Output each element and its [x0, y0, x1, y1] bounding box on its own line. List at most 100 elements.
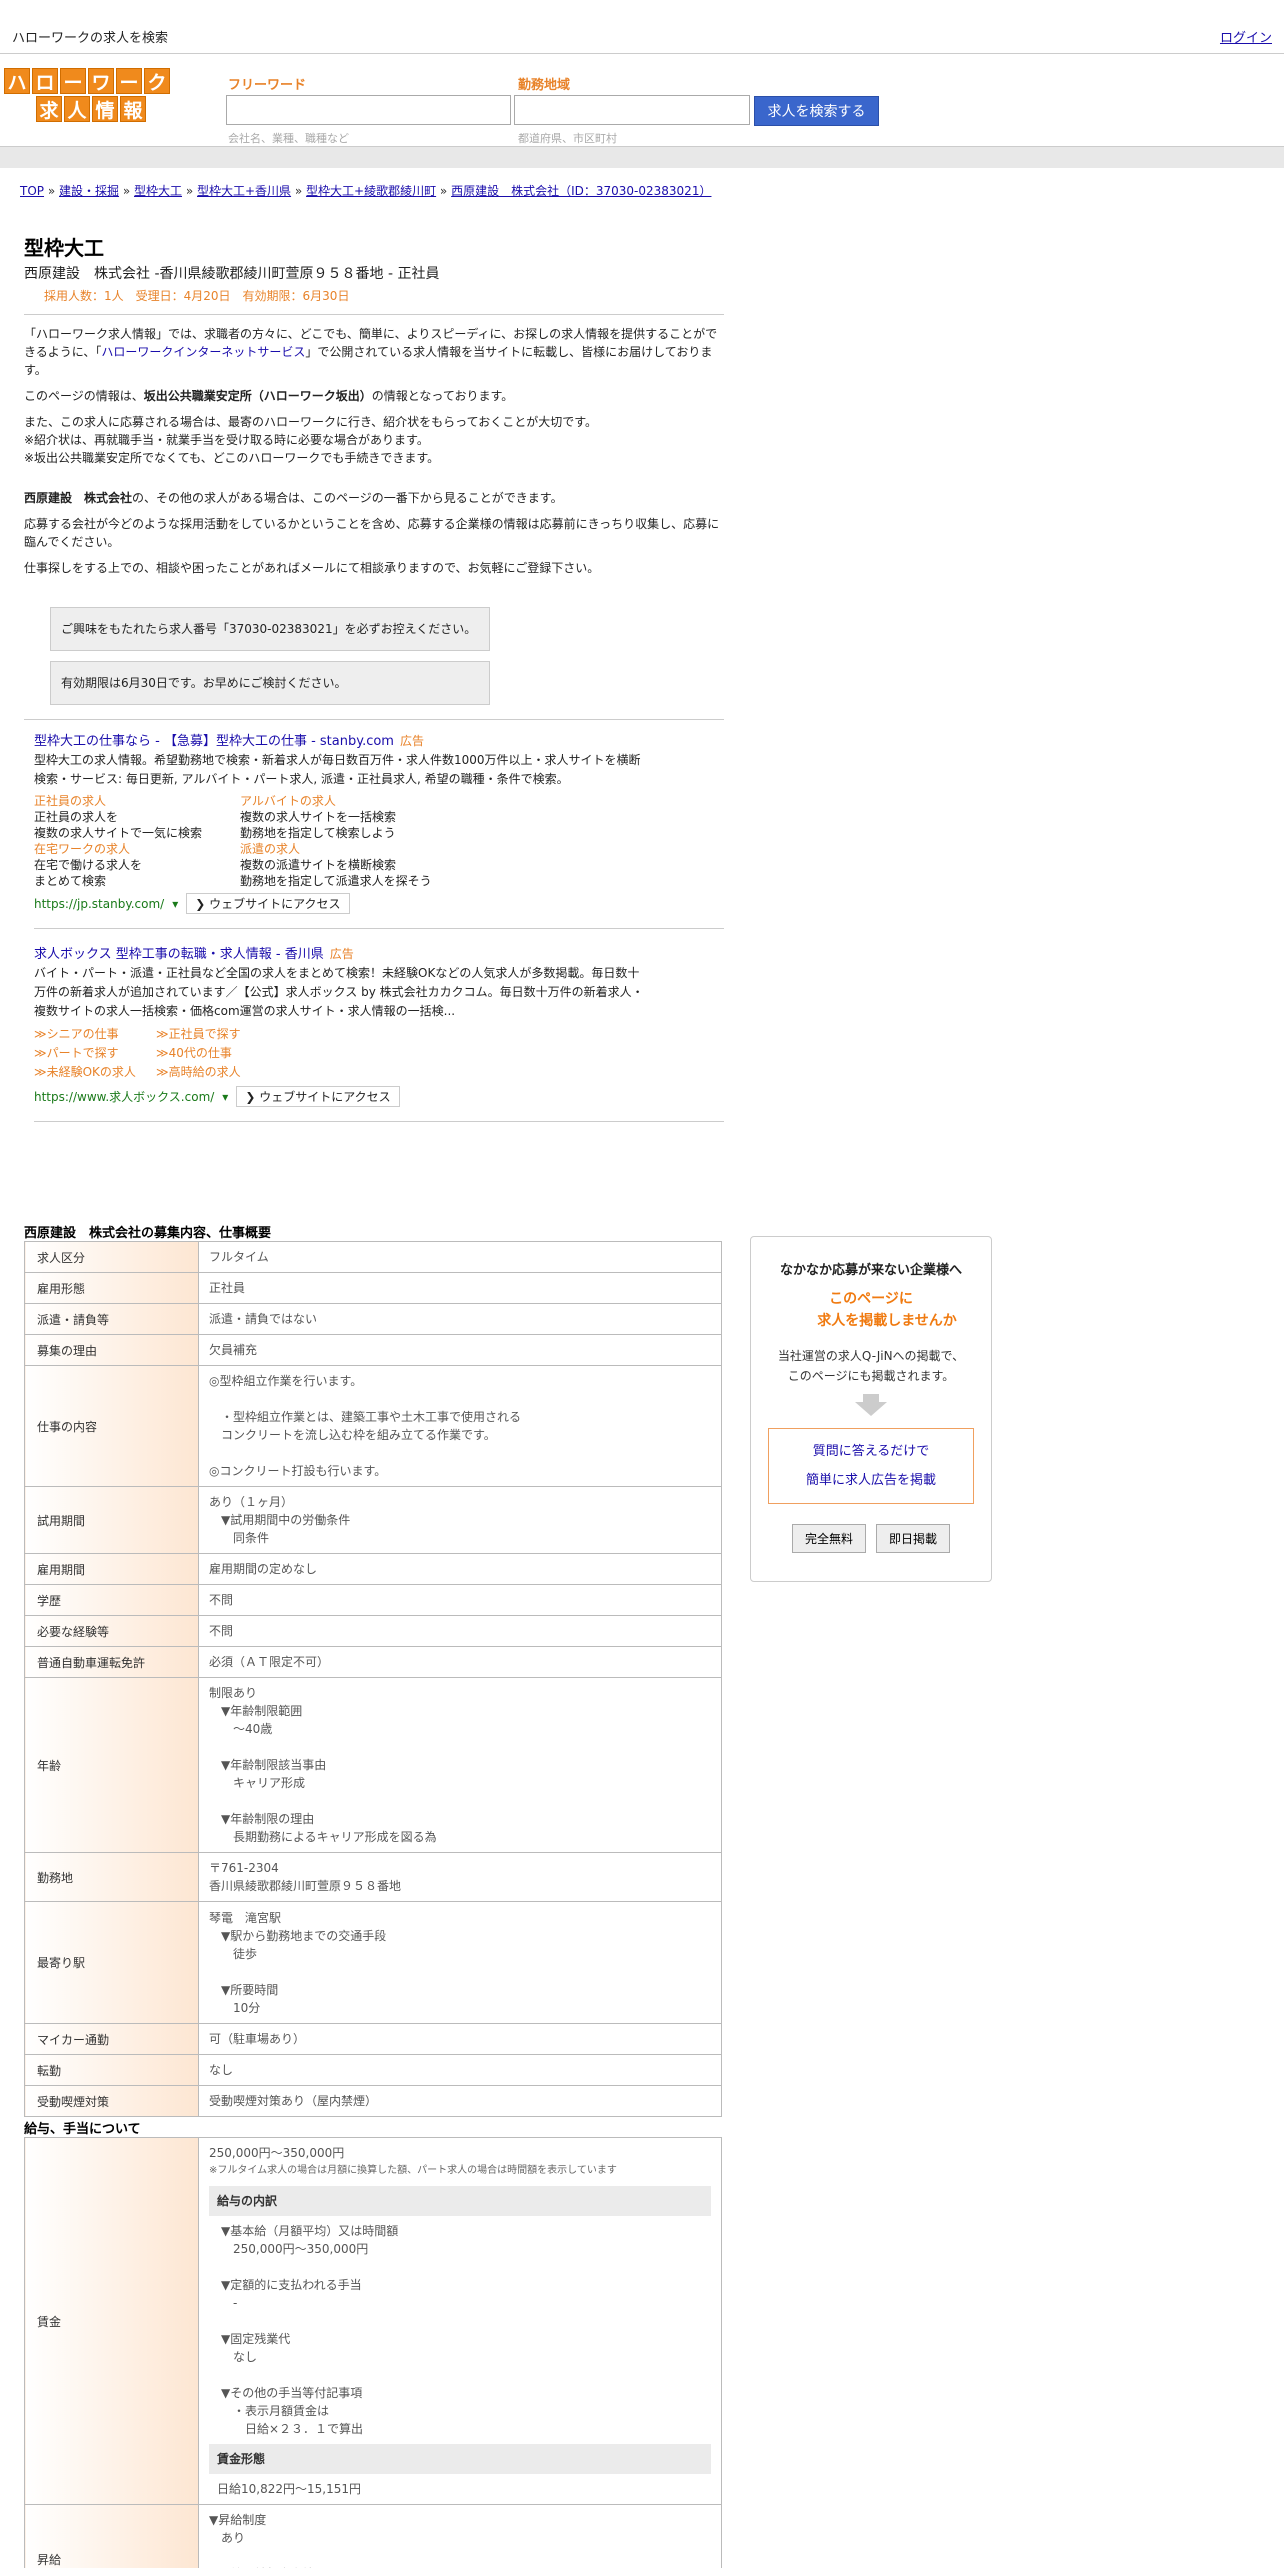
area-label: 勤務地域 [518, 78, 571, 93]
sitelink[interactable]: 派遣の求人 複数の派遣サイトを横断検索 勤務地を指定して派遣求人を探そう [240, 841, 490, 889]
intro-text-6: ※紹介状は、再就職手当・就業手当を受け取る時に必要な場合があります。 [24, 433, 429, 447]
table-value-line: - [221, 2296, 238, 2310]
ad-quick-links: ≫シニアの仕事 ≫正社員で探す ≫パートで探す ≫40代の仕事 ≫未経験OKの求人 ≫… [34, 1025, 724, 1082]
hellowork-internet-link[interactable]: ハローワークインターネットサービス [101, 345, 305, 359]
overview-title: 西原建設 株式会社の募集内容、仕事概要 [24, 1226, 272, 1241]
table-value-line [209, 1444, 711, 1462]
table-value: 雇用期間の定めなし [198, 1553, 722, 1585]
logo-char: 報 [120, 96, 146, 122]
table-value-line: 〒761-2304 [209, 1861, 279, 1875]
table-value: 〒761-2304 香川県綾歌郡綾川町萱原９５８番地 [198, 1852, 722, 1902]
ad-quick-link[interactable]: ≫未経験OKの求人 [34, 1063, 156, 1082]
search-button[interactable]: 求人を検索する [754, 96, 879, 126]
intro-text-7: ※坂出公共職業安定所でなくても、どこのハローワークでも手続きできます。 [24, 451, 440, 465]
breadcrumb-category[interactable]: 建設・採掘 [59, 184, 119, 198]
login-link[interactable]: ログイン [1220, 27, 1272, 46]
panel-link[interactable]: 簡単に求人広告を掲載 [806, 1473, 936, 1488]
ad-sitelinks: 正社員の求人 正社員の求人を 複数の求人サイトで一気に検索 アルバイトの求人 複数の求… [34, 793, 724, 889]
ad-tag: 広告 [329, 947, 354, 961]
ad-stanby: 型枠大工の仕事なら - 【急募】型枠大工の仕事 - stanby.com 広告 型… [34, 720, 724, 929]
table-row: 試用期間 あり（１ヶ月） ▼試用期間中の労働条件 同条件 [24, 1486, 722, 1554]
company-name: 西原建設 株式会社 [24, 491, 133, 505]
sitelink-title: 正社員の求人 [34, 794, 107, 808]
table-value-line: 250,000円〜350,000円 [221, 2242, 369, 2256]
table-row: 最寄り駅 琴電 滝宮駅 ▼駅から勤務地までの交通手段 徒歩 ▼所要時間 10分 [24, 1901, 722, 2024]
keyword-label: フリーワード [228, 78, 307, 93]
logo-char: ー [116, 68, 142, 94]
table-key: 賃金 [24, 2137, 199, 2505]
sitelink-desc: 在宅で働ける求人を [34, 858, 143, 872]
ad-quick-link[interactable]: ≫シニアの仕事 [34, 1025, 156, 1044]
header-band [0, 146, 1284, 168]
table-key: マイカー通勤 [24, 2023, 199, 2055]
breadcrumb-top[interactable]: TOP [20, 184, 44, 198]
ad-description: バイト・パート・派遣・正社員など全国の求人をまとめて検索！未経験OKなどの人気求… [34, 966, 644, 1018]
table-key: 募集の理由 [24, 1334, 199, 1366]
ad-url[interactable]: https://www.求人ボックス.com/ [34, 1088, 214, 1105]
logo-char: 人 [64, 96, 90, 122]
intro-text-10: 仕事探しをする上での、相談や困ったことがあればメールにて相談承りますので、お気軽… [24, 561, 600, 575]
visit-site-button[interactable]: ❯ ウェブサイトにアクセス [236, 1086, 400, 1107]
visit-site-button[interactable]: ❯ ウェブサイトにアクセス [186, 893, 350, 914]
chevron-down-icon[interactable]: ▾ [222, 1090, 228, 1104]
table-value: 琴電 滝宮駅 ▼駅から勤務地までの交通手段 徒歩 ▼所要時間 10分 [198, 1901, 722, 2024]
table-value-line [209, 1792, 711, 1810]
table-row: 昇給 ▼昇給制度 あり ▼昇給（前年度実績） あり [24, 2504, 722, 2568]
ad-url[interactable]: https://jp.stanby.com/ [34, 897, 164, 911]
breadcrumb-company[interactable]: 西原建設 株式会社（ID：37030-02383021） [451, 184, 711, 198]
sitelink-desc: 複数の派遣サイトを横断検索 [240, 858, 397, 872]
sitelink[interactable]: 正社員の求人 正社員の求人を 複数の求人サイトで一気に検索 [34, 793, 240, 841]
table-value-line: ・表示月額賃金は [221, 2404, 330, 2418]
wage-type-header: 賃金形態 [209, 2444, 711, 2474]
sitelink[interactable]: アルバイトの求人 複数の求人サイトを一括検索 勤務地を指定して検索しよう [240, 793, 490, 841]
salary-title: 給与、手当について [24, 2122, 141, 2137]
chevron-down-icon[interactable]: ▾ [172, 897, 178, 911]
ad-title-link[interactable]: 型枠大工の仕事なら - 【急募】型枠大工の仕事 - stanby.com [34, 734, 394, 749]
overview-table: 求人区分 フルタイム 雇用形態 正社員 派遣・請負等 派遣・請負ではない 募集の理由 欠員補充… [24, 1241, 722, 2117]
ad-quick-link[interactable]: ≫パートで探す [34, 1044, 156, 1063]
hellowork-logo[interactable]: ハローワーク 求人情報 [4, 68, 180, 124]
logo-char: ク [144, 68, 170, 94]
table-row: 仕事の内容 ◎型枠組立作業を行います。 ・型枠組立作業とは、建築工事や土木工事で使… [24, 1365, 722, 1487]
ad-quick-link[interactable]: ≫40代の仕事 [156, 1044, 286, 1063]
breadcrumb-prefecture[interactable]: 型枠大工+香川県 [197, 184, 291, 198]
breadcrumb-town[interactable]: 型枠大工+綾歌郡綾川町 [306, 184, 436, 198]
table-value: 欠員補充 [198, 1334, 722, 1366]
area-input[interactable] [514, 95, 750, 125]
table-value: ▼昇給制度 あり ▼昇給（前年度実績） あり [198, 2504, 722, 2568]
table-value-line [221, 2258, 711, 2276]
table-value-line: 琴電 滝宮駅 [209, 1910, 282, 1925]
table-value-line: ▼試用期間中の労働条件 [209, 1513, 351, 1527]
breadcrumb-occupation[interactable]: 型枠大工 [134, 184, 182, 198]
site-name: ハローワークの求人を検索 [12, 31, 169, 46]
table-key: 雇用期間 [24, 1553, 199, 1585]
ad-tag: 広告 [399, 734, 424, 748]
table-value: 不問 [198, 1584, 722, 1616]
expiry-note: 有効期限は6月30日です。お早めにご検討ください。 [50, 661, 490, 705]
table-row: 賃金 250,000円〜350,000円 ※フルタイム求人の場合は月額に換算した… [24, 2137, 722, 2505]
table-value-line: ▼その他の手当等付記事項 [221, 2386, 363, 2400]
keyword-input[interactable] [226, 95, 511, 125]
ad-quick-link[interactable]: ≫高時給の求人 [156, 1063, 286, 1082]
table-row: 学歴 不問 [24, 1584, 722, 1616]
intro-text-9: 応募する会社が今どのような採用活動をしているかということを含め、応募する企業様の… [24, 517, 720, 549]
table-value-line: ◎型枠組立作業を行います。 [209, 1374, 363, 1388]
panel-link[interactable]: 質問に答えるだけで [813, 1444, 930, 1459]
intro-text-3: このページの情報は、 [24, 389, 144, 403]
table-value-line: コンクリートを流し込む枠を組み立てる作業です。 [209, 1428, 496, 1442]
table-value: なし [198, 2054, 722, 2086]
ad-kyujinbox: 求人ボックス 型枠工事の転職・求人情報 - 香川県 広告 バイト・パート・派遣・正… [34, 929, 724, 1122]
ad-title-link[interactable]: 求人ボックス 型枠工事の転職・求人情報 - 香川県 [34, 947, 324, 962]
free-button[interactable]: 完全無料 [791, 1524, 866, 1553]
table-key: 派遣・請負等 [24, 1303, 199, 1335]
table-value-line: 雇用期間の定めなし [209, 1562, 318, 1576]
sitelink[interactable]: 在宅ワークの求人 在宅で働ける求人を まとめて検索 [34, 841, 240, 889]
table-key: 最寄り駅 [24, 1901, 199, 2024]
table-value-line: 不問 [209, 1593, 234, 1607]
panel-link-box: 質問に答えるだけで 簡単に求人広告を掲載 [768, 1428, 974, 1504]
ad-quick-link[interactable]: ≫正社員で探す [156, 1025, 286, 1044]
same-day-button[interactable]: 即日掲載 [876, 1524, 951, 1553]
salary-table: 賃金 250,000円〜350,000円 ※フルタイム求人の場合は月額に換算した… [24, 2137, 722, 2568]
sitelink-title: アルバイトの求人 [240, 794, 336, 808]
arrow-down-icon [863, 1394, 879, 1402]
